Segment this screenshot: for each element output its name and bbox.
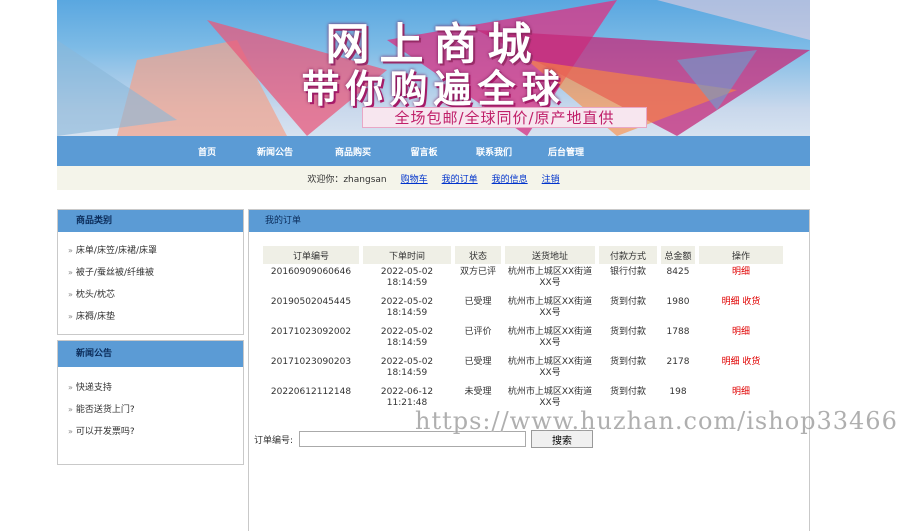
category-item[interactable]: 枕头/枕芯	[68, 284, 243, 306]
order-payment: 货到付款	[609, 297, 646, 307]
table-row: 20220612112148 2022-06-12 11:21:48 未受理 杭州市上城…	[263, 384, 783, 414]
table-row: 20171023092002 2022-05-02 18:14:59 已评价 杭州市上城…	[263, 324, 783, 354]
orders-table: 订单编号 下单时间 状态 送货地址 付款方式 总金额 操作 2016090906…	[259, 246, 787, 414]
my-orders-link[interactable]: 我的订单	[442, 172, 478, 185]
category-item[interactable]: 床褥/床垫	[68, 306, 243, 328]
table-row: 20160909060646 2022-05-02 18:14:59 双方已评 杭州市上…	[263, 264, 783, 294]
order-actions[interactable]: 明细	[699, 324, 783, 354]
col-header: 付款方式	[599, 246, 657, 264]
order-total: 198	[669, 387, 687, 397]
orders-panel: 我的订单 订单编号 下单时间 状态 送货地址 付款方式 总金额 操作 20160…	[248, 209, 810, 531]
col-header: 总金额	[661, 246, 695, 264]
order-time: 2022-05-02 18:14:59	[380, 267, 434, 288]
category-title: 商品类别	[58, 210, 243, 232]
nav-home[interactable]: 首页	[187, 145, 227, 158]
order-address: 杭州市上城区XX街道 XX号	[507, 387, 593, 408]
search-button[interactable]: 搜索	[531, 430, 594, 448]
banner-slogan: 全场包邮/全球同价/原产地直供	[362, 107, 647, 128]
order-id: 20160909060646	[270, 267, 352, 277]
order-time: 2022-06-12 11:21:48	[380, 387, 434, 408]
order-total: 2178	[666, 357, 690, 367]
category-item[interactable]: 床单/床笠/床裙/床罩	[68, 240, 243, 262]
order-address: 杭州市上城区XX街道 XX号	[507, 327, 593, 348]
nav-guestbook[interactable]: 留言板	[394, 145, 454, 158]
col-header: 操作	[699, 246, 783, 264]
order-id-input[interactable]	[299, 431, 527, 447]
order-status: 已受理	[464, 297, 492, 307]
search-bar: 订单编号: 搜索	[254, 430, 594, 448]
nav-admin[interactable]: 后台管理	[536, 145, 596, 158]
cart-link[interactable]: 购物车	[401, 172, 428, 185]
order-total: 8425	[666, 267, 690, 277]
nav-contact[interactable]: 联系我们	[464, 145, 524, 158]
category-panel: 商品类别 床单/床笠/床裙/床罩 被子/蚕丝被/纤维被 枕头/枕芯 床褥/床垫	[57, 209, 244, 335]
table-row: 20171023090203 2022-05-02 18:14:59 已受理 杭州市上城…	[263, 354, 783, 384]
logout-link[interactable]: 注销	[542, 172, 560, 185]
banner-subtitle: 带你购遍全球	[301, 67, 566, 111]
order-actions[interactable]: 明细	[699, 264, 783, 294]
news-item[interactable]: 可以开发票吗?	[68, 421, 243, 443]
news-item[interactable]: 能否送货上门?	[68, 399, 243, 421]
order-status: 双方已评	[459, 267, 496, 277]
order-time: 2022-05-02 18:14:59	[380, 357, 434, 378]
col-header: 订单编号	[263, 246, 359, 264]
my-info-link[interactable]: 我的信息	[492, 172, 528, 185]
order-payment: 货到付款	[609, 387, 646, 397]
news-panel: 新闻公告 快递支持 能否送货上门? 可以开发票吗?	[57, 340, 244, 465]
orders-title: 我的订单	[249, 210, 809, 232]
order-status: 未受理	[464, 387, 492, 397]
order-actions[interactable]: 明细 收货	[699, 294, 783, 324]
order-address: 杭州市上城区XX街道 XX号	[507, 357, 593, 378]
order-payment: 货到付款	[609, 327, 646, 337]
order-status: 已受理	[464, 357, 492, 367]
order-actions[interactable]: 明细 收货	[699, 354, 783, 384]
order-payment: 银行付款	[609, 267, 646, 277]
order-id: 20220612112148	[270, 387, 352, 397]
category-item[interactable]: 被子/蚕丝被/纤维被	[68, 262, 243, 284]
order-payment: 货到付款	[609, 357, 646, 367]
order-id: 20190502045445	[270, 297, 352, 307]
welcome-text: 欢迎你：zhangsan	[307, 174, 387, 185]
banner: 网上商城 带你购遍全球 全场包邮/全球同价/原产地直供	[57, 0, 810, 136]
order-time: 2022-05-02 18:14:59	[380, 327, 434, 348]
order-total: 1788	[666, 327, 690, 337]
news-item[interactable]: 快递支持	[68, 377, 243, 399]
col-header: 送货地址	[505, 246, 595, 264]
news-title: 新闻公告	[58, 341, 243, 367]
main-nav: 首页 新闻公告 商品购买 留言板 联系我们 后台管理	[57, 136, 810, 166]
col-header: 状态	[455, 246, 501, 264]
order-address: 杭州市上城区XX街道 XX号	[507, 267, 593, 288]
order-status: 已评价	[464, 327, 492, 337]
user-bar: 欢迎你：zhangsan 购物车 我的订单 我的信息 注销	[57, 166, 810, 190]
order-total: 1980	[666, 297, 690, 307]
nav-news[interactable]: 新闻公告	[242, 145, 308, 158]
order-time: 2022-05-02 18:14:59	[380, 297, 434, 318]
table-row: 20190502045445 2022-05-02 18:14:59 已受理 杭州市上城…	[263, 294, 783, 324]
order-id: 20171023092002	[270, 327, 352, 337]
col-header: 下单时间	[363, 246, 451, 264]
search-label: 订单编号:	[254, 435, 294, 446]
nav-shop[interactable]: 商品购买	[320, 145, 386, 158]
order-actions[interactable]: 明细	[699, 384, 783, 414]
order-id: 20171023090203	[270, 357, 352, 367]
order-address: 杭州市上城区XX街道 XX号	[507, 297, 593, 318]
